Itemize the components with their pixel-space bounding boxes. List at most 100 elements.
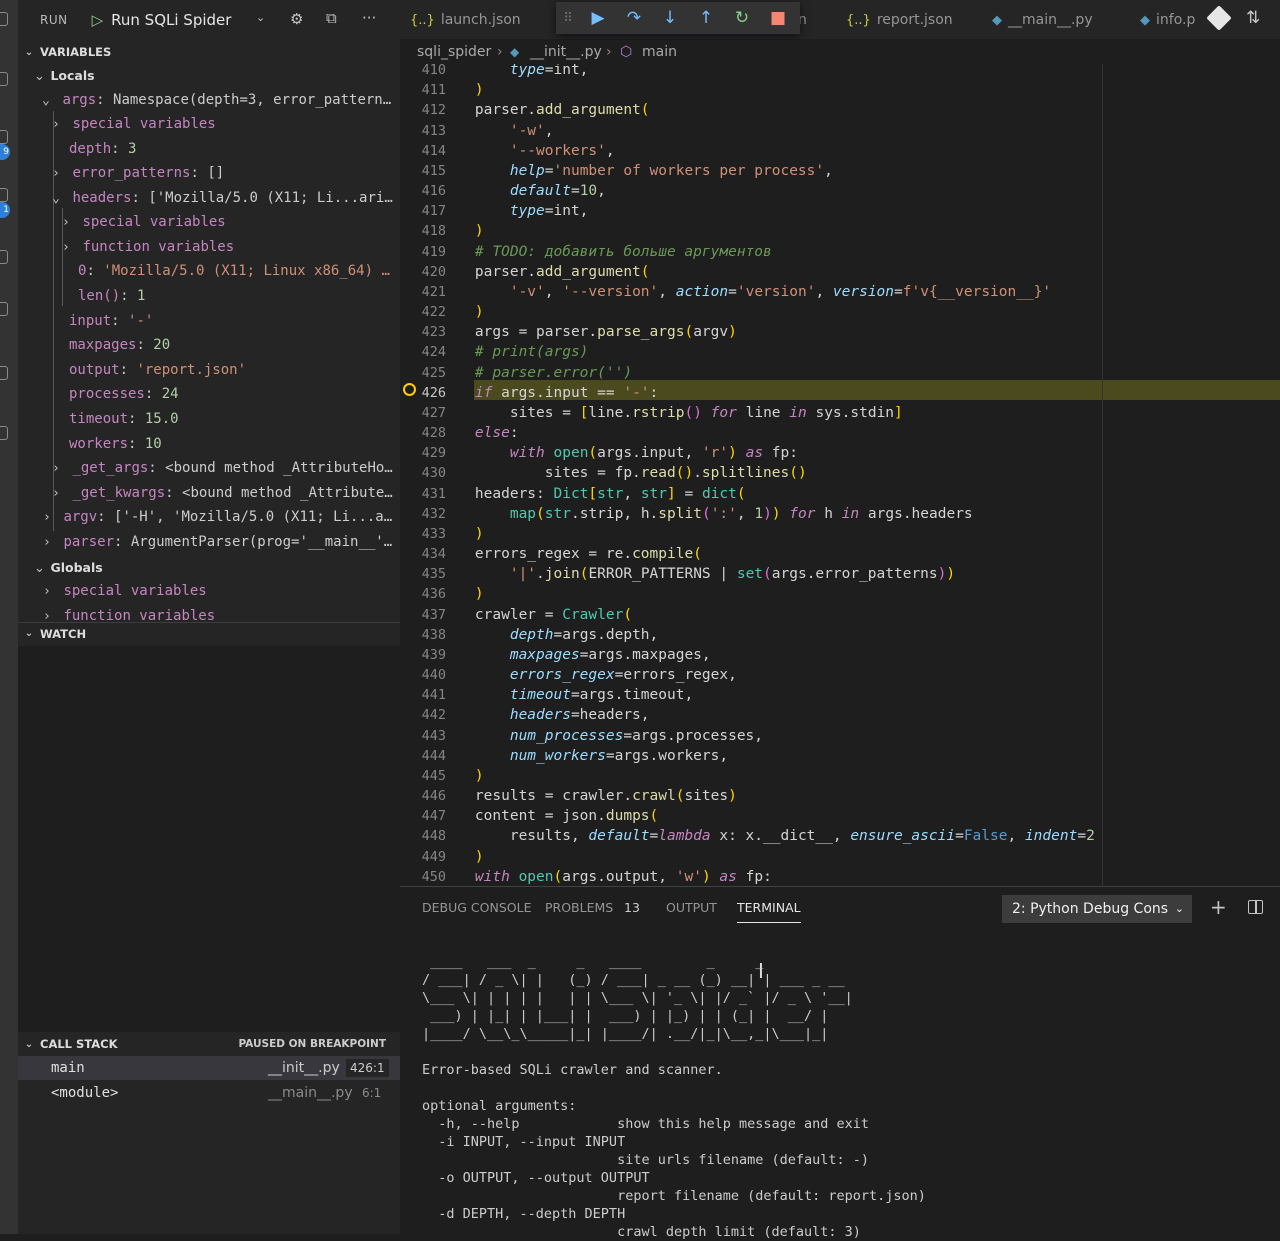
- tab-launch-json[interactable]: {..} launch.json: [410, 0, 556, 40]
- terminal-line: optional arguments:: [422, 1098, 577, 1114]
- continue-icon[interactable]: ▶: [580, 8, 616, 28]
- watch-title: WATCH: [40, 626, 87, 641]
- extensions-icon[interactable]: [0, 250, 8, 264]
- variable-row[interactable]: › function variables: [18, 604, 400, 622]
- variable-row[interactable]: input: '-': [18, 309, 400, 334]
- tab-main-py[interactable]: ◆ __main__.py: [992, 0, 1122, 40]
- timeline-icon[interactable]: [0, 426, 8, 440]
- code-editor[interactable]: 410 type=int, 411 ) 412 parser.add_argumen…: [400, 64, 1280, 886]
- globals-label: Globals: [50, 560, 103, 575]
- tab-hidden[interactable]: n: [798, 0, 834, 40]
- terminal-line: -d DEPTH, --depth DEPTH: [422, 1206, 626, 1222]
- code-line: depth=args.depth,: [509, 626, 659, 643]
- variable-row[interactable]: depth: 3: [18, 137, 400, 162]
- variable-row[interactable]: › argv: ['-H', 'Mozilla/5.0 (X11; Li...a…: [18, 505, 400, 530]
- stop-icon[interactable]: ■: [760, 8, 796, 28]
- tab-problems[interactable]: PROBLEMS: [545, 897, 613, 923]
- chevron-down-icon: ⌄: [34, 561, 45, 576]
- add-terminal-icon[interactable]: +: [1210, 895, 1227, 919]
- variable-row[interactable]: › _get_kwargs: <bound method _Attribute…: [18, 481, 400, 506]
- tab-terminal[interactable]: TERMINAL: [737, 897, 801, 923]
- chevron-down-icon[interactable]: ⌄: [256, 11, 265, 24]
- code-line: with open(args.output, 'w') as fp:: [474, 868, 772, 885]
- code-line: parser.add_argument(: [440, 102, 650, 119]
- chevron-down-icon: ⌄: [24, 628, 34, 639]
- variable-row[interactable]: output: 'report.json': [18, 358, 400, 383]
- code-line: maxpages=args.maxpages,: [509, 646, 711, 663]
- minimap-gutter: [1102, 64, 1103, 886]
- variable-row[interactable]: maxpages: 20: [18, 333, 400, 358]
- code-line: if args.input == '-':: [474, 384, 659, 401]
- variable-row[interactable]: › function variables: [18, 235, 400, 260]
- terminal-line: / ___| / _ \| | (_) / ___| _ __ (_) __| …: [422, 972, 853, 988]
- breadcrumb-folder[interactable]: sqli_spider: [417, 40, 491, 64]
- chevron-down-icon: ⌄: [1174, 902, 1184, 915]
- code-line: parser.add_argument(: [440, 263, 650, 280]
- chevron-down-icon: ⌄: [24, 1038, 34, 1050]
- compare-changes-icon[interactable]: ⇅: [1246, 8, 1260, 28]
- variable-row[interactable]: › special variables: [18, 112, 400, 137]
- remote-icon[interactable]: [0, 302, 8, 316]
- variable-row[interactable]: ⌄ args: Namespace(depth=3, error_pattern…: [18, 88, 400, 113]
- breadcrumb-file[interactable]: __init__.py: [530, 40, 602, 64]
- run-debug-icon[interactable]: [0, 188, 8, 202]
- variable-row[interactable]: workers: 10: [18, 432, 400, 457]
- chevron-right-icon: ›: [606, 44, 612, 60]
- gear-icon[interactable]: ⚙: [290, 10, 303, 28]
- watch-section-header[interactable]: ⌄ WATCH: [18, 622, 400, 644]
- variable-row[interactable]: ⌄ headers: ['Mozilla/5.0 (X11; Li...ari…: [18, 186, 400, 211]
- code-line: content = json.dumps(: [440, 808, 659, 825]
- explorer-icon[interactable]: [0, 12, 8, 26]
- step-into-icon[interactable]: ↓: [652, 8, 688, 28]
- variable-row[interactable]: 0: 'Mozilla/5.0 (X11; Linux x86_64) …: [18, 259, 400, 284]
- tab-info-py[interactable]: ◆ info.p: [1140, 0, 1204, 40]
- code-line: default=10,: [509, 183, 606, 200]
- variable-row[interactable]: processes: 24: [18, 382, 400, 407]
- globals-scope[interactable]: ⌄ Globals: [18, 556, 400, 581]
- search-icon[interactable]: [0, 72, 8, 86]
- code-line: type=int,: [509, 64, 589, 78]
- terminal-output[interactable]: ____ ___ _ _ ____ _ _ / ___| / _ \| | (_…: [422, 953, 926, 1241]
- stack-frame[interactable]: <module> __main__.py 6:1: [18, 1081, 400, 1105]
- stack-frame[interactable]: main __init__.py 426:1: [18, 1056, 400, 1080]
- start-debugging-icon[interactable]: ▷: [92, 11, 104, 29]
- debug-console-icon[interactable]: ⧉: [326, 9, 337, 27]
- git-icon[interactable]: [1206, 5, 1232, 31]
- code-line: errors_regex=errors_regex,: [509, 667, 737, 684]
- step-out-icon[interactable]: ↑: [688, 8, 724, 28]
- variable-row[interactable]: timeout: 15.0: [18, 407, 400, 432]
- restart-icon[interactable]: ↻: [724, 8, 760, 28]
- breadcrumb-symbol[interactable]: main: [642, 40, 677, 64]
- drag-handle-icon[interactable]: ⠿: [556, 11, 580, 26]
- variable-row[interactable]: › parser: ArgumentParser(prog='__main__'…: [18, 530, 400, 555]
- variable-row[interactable]: len(): 1: [18, 284, 400, 309]
- step-over-icon[interactable]: ↷: [616, 8, 652, 28]
- locals-scope[interactable]: ⌄ Locals: [18, 64, 400, 89]
- bottom-panel: DEBUG CONSOLE PROBLEMS 13 OUTPUT TERMINA…: [400, 886, 1280, 1240]
- terminal-line: -o OUTPUT, --output OUTPUT: [422, 1170, 650, 1186]
- code-line: headers: Dict[str, str] = dict(: [440, 485, 746, 502]
- terminal-select[interactable]: 2: Python Debug Cons ⌄: [1002, 895, 1192, 923]
- terminal-line: ___) | |_| | |___| | ___) | |_) | | (_| …: [422, 1008, 853, 1024]
- code-line: with open(args.input, 'r') as fp:: [509, 445, 798, 462]
- call-stack-section-header[interactable]: ⌄ CALL STACK PAUSED ON BREAKPOINT: [18, 1033, 400, 1055]
- terminal-line: -i INPUT, --input INPUT: [422, 1134, 626, 1150]
- variables-section-header[interactable]: ⌄ VARIABLES: [18, 41, 400, 63]
- chevron-down-icon: ⌄: [34, 69, 45, 84]
- code-line: ): [474, 848, 484, 865]
- tab-report-json[interactable]: {..} report.json: [846, 0, 982, 40]
- variable-row[interactable]: › special variables: [18, 579, 400, 604]
- locals-label: Locals: [50, 68, 95, 83]
- more-actions-icon[interactable]: ···: [362, 9, 376, 27]
- variable-row[interactable]: › _get_args: <bound method _AttributeHo…: [18, 456, 400, 481]
- tab-output[interactable]: OUTPUT: [666, 897, 717, 923]
- source-control-icon[interactable]: [0, 130, 8, 144]
- code-line: # TODO: добавить больше аргументов: [474, 243, 772, 260]
- tab-debug-console[interactable]: DEBUG CONSOLE: [422, 897, 531, 923]
- variable-row[interactable]: › error_patterns: []: [18, 161, 400, 186]
- code-line: help='number of workers per process',: [509, 162, 833, 179]
- variable-row[interactable]: › special variables: [18, 210, 400, 235]
- testing-icon[interactable]: [0, 366, 8, 380]
- launch-config-select[interactable]: Run SQLi Spider: [111, 11, 231, 29]
